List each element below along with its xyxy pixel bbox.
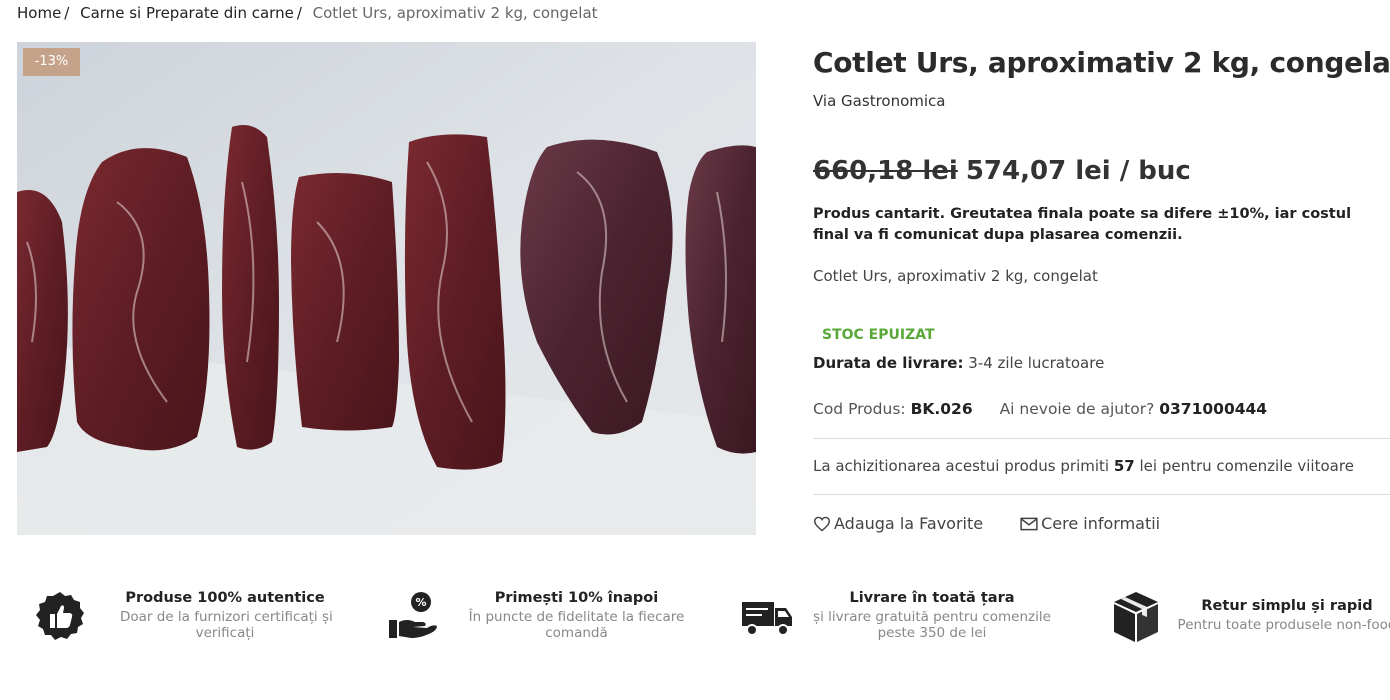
- old-price: 660,18 lei: [813, 156, 958, 186]
- feature-desc-line: comandă: [545, 625, 608, 641]
- hand-percent-icon: %: [389, 592, 437, 638]
- delivery-label: Durata de livrare:: [813, 354, 964, 372]
- request-info-label: Cere informatii: [1041, 514, 1161, 533]
- feature-desc-line: și livrare gratuită pentru comenzile: [813, 609, 1051, 625]
- feature-title: Primești 10% înapoi: [494, 590, 659, 606]
- weight-note: Produs cantarit. Greutatea finala poate …: [813, 206, 1352, 243]
- divider: [813, 494, 1390, 495]
- help-label: Ai nevoie de ajutor?: [999, 400, 1155, 418]
- loyalty-info: La achizitionarea acestui produs primiti…: [813, 457, 1354, 475]
- feature-description: Pentru toate produsele non-food: [1172, 617, 1390, 633]
- product-price: 660,18 lei 574,07 lei / buc: [813, 156, 1191, 186]
- box-return-icon: [1114, 592, 1158, 642]
- product-code-value: BK.026: [910, 400, 973, 418]
- feature-desc-line: peste 350 de lei: [877, 625, 987, 641]
- product-title: Cotlet Urs, aproximativ 2 kg, congelat: [813, 46, 1390, 79]
- feature-desc-line: În puncte de fidelitate la fiecare: [468, 609, 685, 625]
- breadcrumb-separator: /: [64, 4, 70, 22]
- breadcrumb: Home / Carne si Preparate din carne / Cotl…: [17, 4, 598, 22]
- short-description: Cotlet Urs, aproximativ 2 kg, congelat: [813, 267, 1098, 285]
- feature-desc-line: verificați: [195, 625, 255, 641]
- thumbs-up-badge-icon: [36, 592, 84, 640]
- delivery-time: Durata de livrare: 3-4 zile lucratoare: [813, 354, 1104, 372]
- delivery-value: 3-4 zile lucratoare: [968, 354, 1105, 372]
- product-actions: Adauga la Favorite Cere informatii: [813, 514, 1160, 533]
- loyalty-prefix: La achizitionarea acestui produs primiti: [813, 457, 1110, 475]
- product-codes: Cod Produs: BK.026 Ai nevoie de ajutor? …: [813, 400, 1267, 418]
- new-price: 574,07 lei / buc: [965, 156, 1191, 186]
- feature-desc-line: Pentru toate produsele non-food: [1177, 617, 1390, 633]
- discount-badge: -13%: [23, 48, 80, 76]
- loyalty-points: 57: [1113, 457, 1135, 475]
- heart-icon: [813, 516, 831, 532]
- breadcrumb-current: Cotlet Urs, aproximativ 2 kg, congelat: [312, 4, 598, 22]
- divider: [813, 438, 1390, 439]
- delivery-truck-icon: [742, 602, 792, 636]
- feature-desc-line: Doar de la furnizori certificați și: [120, 609, 333, 625]
- help-phone[interactable]: 0371000444: [1159, 400, 1267, 418]
- add-to-favorites-button[interactable]: Adauga la Favorite: [813, 514, 983, 533]
- loyalty-suffix: lei pentru comenzile viitoare: [1139, 457, 1354, 475]
- feature-title: Retur simplu și rapid: [1201, 598, 1373, 614]
- favorites-label: Adauga la Favorite: [834, 514, 984, 533]
- breadcrumb-separator: /: [296, 4, 302, 22]
- envelope-icon: [1020, 517, 1038, 530]
- breadcrumb-category-link[interactable]: Carne si Preparate din carne: [80, 4, 294, 22]
- feature-description: și livrare gratuită pentru comenzile pes…: [812, 609, 1052, 641]
- product-image[interactable]: -13%: [17, 42, 756, 535]
- feature-title: Livrare în toată țara: [849, 590, 1015, 606]
- stock-status: STOC EPUIZAT: [822, 327, 935, 343]
- product-photo: [17, 42, 756, 535]
- svg-text:%: %: [415, 596, 426, 609]
- feature-title: Produse 100% autentice: [125, 590, 325, 606]
- feature-description: În puncte de fidelitate la fiecare coman…: [459, 609, 694, 641]
- request-info-button[interactable]: Cere informatii: [1020, 514, 1160, 533]
- product-brand[interactable]: Via Gastronomica: [813, 92, 946, 110]
- breadcrumb-home-link[interactable]: Home: [17, 4, 61, 22]
- feature-description: Doar de la furnizori certificați și veri…: [120, 609, 333, 641]
- product-code-label: Cod Produs:: [813, 400, 906, 418]
